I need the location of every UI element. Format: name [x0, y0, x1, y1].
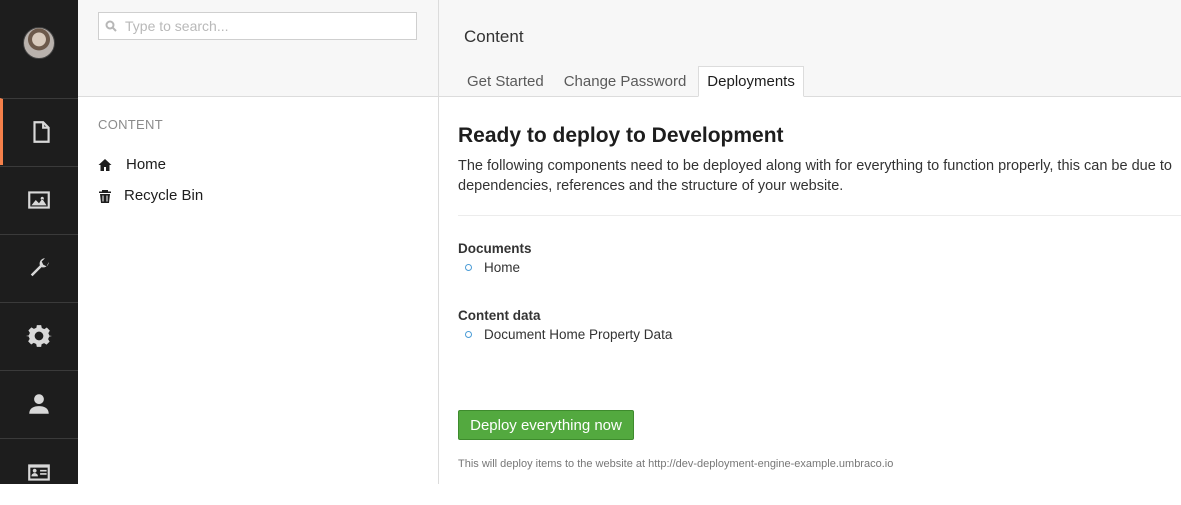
section-media[interactable]	[0, 166, 78, 233]
section-members[interactable]	[0, 438, 78, 505]
list-item-label: Document Home Property Data	[484, 327, 673, 342]
wrench-icon	[30, 258, 49, 277]
section-content[interactable]	[0, 98, 78, 165]
deploy-content: Ready to deploy to Development The follo…	[458, 124, 1181, 342]
avatar[interactable]	[23, 27, 55, 59]
tree-node-recycle-bin[interactable]: Recycle Bin	[98, 187, 203, 204]
main-panel: Content Get Started Change Password Depl…	[439, 0, 1181, 484]
tree-node-label: Recycle Bin	[124, 187, 204, 204]
search-box[interactable]	[98, 12, 417, 40]
tab-change-password[interactable]: Change Password	[556, 67, 695, 97]
group-title: Content data	[458, 308, 541, 323]
media-icon	[28, 191, 50, 209]
bullet-icon	[465, 331, 472, 338]
tree-header	[78, 0, 438, 97]
deploy-everything-button[interactable]: Deploy everything now	[458, 410, 634, 440]
group-title: Documents	[458, 241, 532, 256]
tab-get-started[interactable]: Get Started	[459, 67, 552, 97]
page-title: Content	[464, 27, 524, 46]
search-input[interactable]	[123, 17, 407, 35]
deploy-footnote: This will deploy items to the website at…	[458, 458, 894, 470]
tab-bar: Get Started Change Password Deployments	[459, 66, 808, 97]
home-icon	[98, 158, 112, 171]
content-icon	[32, 121, 50, 143]
section-rail	[0, 0, 78, 484]
tree-node-home[interactable]: Home	[98, 156, 166, 173]
user-icon	[29, 394, 49, 414]
list-item: Home	[458, 260, 1178, 275]
list-item: Document Home Property Data	[458, 327, 1178, 342]
main-header: Content Get Started Change Password Depl…	[439, 0, 1181, 97]
tree-panel: CONTENT Home Recycle Bin	[78, 0, 439, 484]
section-users[interactable]	[0, 370, 78, 437]
bullet-icon	[465, 264, 472, 271]
trash-icon	[99, 189, 111, 203]
section-settings[interactable]	[0, 234, 78, 301]
tree-section-label: CONTENT	[98, 117, 163, 132]
tab-deployments[interactable]: Deployments	[698, 66, 804, 97]
deploy-heading: Ready to deploy to Development	[458, 124, 784, 147]
tree-node-label: Home	[126, 156, 167, 173]
search-icon	[105, 20, 117, 32]
divider	[458, 215, 1181, 216]
gear-icon	[26, 325, 52, 347]
contact-card-icon	[28, 464, 50, 481]
section-developer[interactable]	[0, 302, 78, 369]
deploy-description: The following components need to be depl…	[458, 158, 1172, 194]
list-item-label: Home	[484, 260, 521, 275]
documents-group: Documents Home	[458, 241, 1178, 275]
content-data-group: Content data Document Home Property Data	[458, 308, 1178, 342]
